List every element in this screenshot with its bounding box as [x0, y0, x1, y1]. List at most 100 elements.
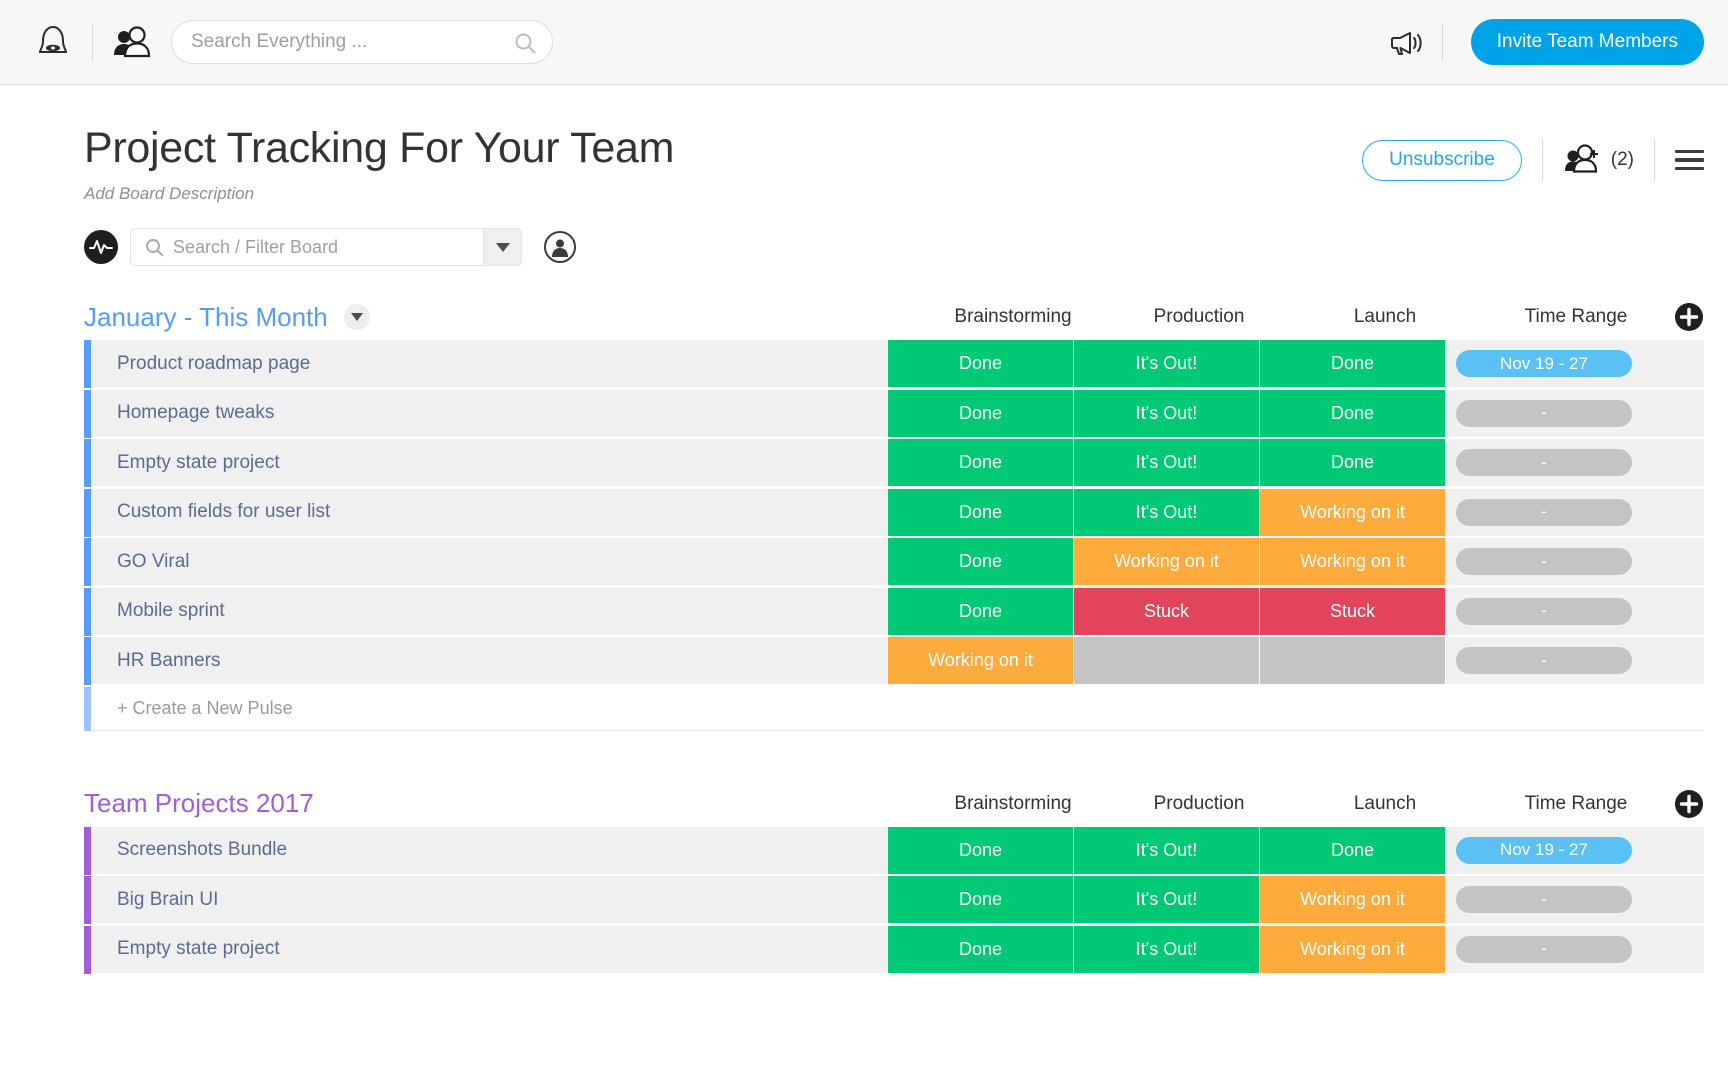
- column-header-launch[interactable]: Launch: [1292, 306, 1478, 328]
- chevron-down-icon[interactable]: [344, 304, 370, 330]
- time-range-pill: -: [1456, 499, 1632, 526]
- status-cell-brainstorming[interactable]: Done: [888, 926, 1074, 974]
- group-rows: Product roadmap page Done It's Out! Done…: [84, 340, 1704, 685]
- top-bar-right-cluster: Invite Team Members: [1388, 19, 1704, 65]
- board-description[interactable]: Add Board Description: [84, 184, 674, 204]
- time-range-cell[interactable]: -: [1446, 588, 1642, 636]
- board-subscribers-button[interactable]: (2): [1563, 143, 1634, 178]
- table-row[interactable]: Screenshots Bundle Done It's Out! Done N…: [84, 827, 1704, 875]
- board-search-input[interactable]: [131, 236, 461, 259]
- plus-circle-icon[interactable]: [1674, 789, 1704, 819]
- time-range-cell[interactable]: -: [1446, 637, 1642, 685]
- status-cell-production[interactable]: It's Out!: [1074, 390, 1260, 438]
- status-cell-production[interactable]: It's Out!: [1074, 827, 1260, 875]
- row-title[interactable]: GO Viral: [91, 538, 888, 586]
- status-cell-production[interactable]: It's Out!: [1074, 340, 1260, 388]
- column-header-time-range[interactable]: Time Range: [1478, 793, 1674, 815]
- pulse-logo-icon[interactable]: [84, 230, 118, 264]
- row-color-bar: [84, 588, 91, 636]
- status-cell-launch[interactable]: Done: [1260, 390, 1446, 438]
- column-header-launch[interactable]: Launch: [1292, 793, 1478, 815]
- chevron-down-icon[interactable]: [483, 229, 521, 265]
- status-cell-brainstorming[interactable]: Done: [888, 489, 1074, 537]
- column-header-production[interactable]: Production: [1106, 793, 1292, 815]
- table-row[interactable]: Mobile sprint Done Stuck Stuck -: [84, 588, 1704, 636]
- user-avatar-icon[interactable]: [544, 231, 576, 263]
- time-range-cell[interactable]: -: [1446, 439, 1642, 487]
- status-cell-launch[interactable]: Working on it: [1260, 926, 1446, 974]
- time-range-cell[interactable]: -: [1446, 926, 1642, 974]
- status-cell-production[interactable]: It's Out!: [1074, 926, 1260, 974]
- row-color-bar: [84, 439, 91, 487]
- table-row[interactable]: Custom fields for user list Done It's Ou…: [84, 489, 1704, 537]
- group-rows: Screenshots Bundle Done It's Out! Done N…: [84, 827, 1704, 974]
- status-cell-launch[interactable]: Working on it: [1260, 876, 1446, 924]
- column-header-brainstorming[interactable]: Brainstorming: [920, 306, 1106, 328]
- table-row[interactable]: HR Banners Working on it -: [84, 637, 1704, 685]
- row-title[interactable]: Empty state project: [91, 439, 888, 487]
- global-search-box[interactable]: [171, 20, 553, 64]
- row-title[interactable]: Product roadmap page: [91, 340, 888, 388]
- time-range-cell[interactable]: -: [1446, 390, 1642, 438]
- status-cell-production[interactable]: Working on it: [1074, 538, 1260, 586]
- status-cell-production[interactable]: It's Out!: [1074, 439, 1260, 487]
- status-cell-brainstorming[interactable]: Done: [888, 340, 1074, 388]
- table-row[interactable]: Big Brain UI Done It's Out! Working on i…: [84, 876, 1704, 924]
- status-cell-brainstorming[interactable]: Done: [888, 876, 1074, 924]
- status-cell-brainstorming[interactable]: Done: [888, 390, 1074, 438]
- row-title[interactable]: HR Banners: [91, 637, 888, 685]
- row-title[interactable]: Screenshots Bundle: [91, 827, 888, 875]
- status-cell-launch[interactable]: Done: [1260, 827, 1446, 875]
- time-range-cell[interactable]: Nov 19 - 27: [1446, 827, 1642, 875]
- row-title[interactable]: Big Brain UI: [91, 876, 888, 924]
- status-cell-production[interactable]: It's Out!: [1074, 876, 1260, 924]
- table-row[interactable]: Empty state project Done It's Out! Done …: [84, 439, 1704, 487]
- row-title[interactable]: Empty state project: [91, 926, 888, 974]
- table-row[interactable]: GO Viral Done Working on it Working on i…: [84, 538, 1704, 586]
- table-row[interactable]: Homepage tweaks Done It's Out! Done -: [84, 390, 1704, 438]
- column-header-production[interactable]: Production: [1106, 306, 1292, 328]
- board-header-actions: Unsubscribe (2): [1362, 125, 1704, 181]
- create-pulse-row[interactable]: + Create a New Pulse: [84, 687, 1704, 731]
- time-range-pill: -: [1456, 548, 1632, 575]
- group-title[interactable]: January - This Month: [84, 302, 328, 333]
- status-cell-production[interactable]: [1074, 637, 1260, 685]
- status-cell-brainstorming[interactable]: Done: [888, 827, 1074, 875]
- time-range-cell[interactable]: -: [1446, 876, 1642, 924]
- status-cell-brainstorming[interactable]: Done: [888, 588, 1074, 636]
- invite-team-members-button[interactable]: Invite Team Members: [1471, 19, 1704, 65]
- row-tail-cell: [1642, 340, 1704, 388]
- column-header-brainstorming[interactable]: Brainstorming: [920, 793, 1106, 815]
- status-cell-brainstorming[interactable]: Done: [888, 439, 1074, 487]
- status-cell-launch[interactable]: Working on it: [1260, 489, 1446, 537]
- time-range-cell[interactable]: -: [1446, 489, 1642, 537]
- group-title[interactable]: Team Projects 2017: [84, 788, 314, 819]
- megaphone-icon[interactable]: [1388, 27, 1424, 57]
- search-input[interactable]: [172, 31, 552, 53]
- table-row[interactable]: Empty state project Done It's Out! Worki…: [84, 926, 1704, 974]
- create-new-pulse-label[interactable]: + Create a New Pulse: [91, 687, 1704, 731]
- row-title[interactable]: Homepage tweaks: [91, 390, 888, 438]
- column-header-time-range[interactable]: Time Range: [1478, 306, 1674, 328]
- plus-circle-icon[interactable]: [1674, 302, 1704, 332]
- table-row[interactable]: Product roadmap page Done It's Out! Done…: [84, 340, 1704, 388]
- search-icon: [145, 238, 164, 262]
- status-cell-launch[interactable]: Done: [1260, 439, 1446, 487]
- row-title[interactable]: Mobile sprint: [91, 588, 888, 636]
- unsubscribe-button[interactable]: Unsubscribe: [1362, 140, 1522, 181]
- status-cell-launch[interactable]: Done: [1260, 340, 1446, 388]
- status-cell-launch[interactable]: Working on it: [1260, 538, 1446, 586]
- row-title[interactable]: Custom fields for user list: [91, 489, 888, 537]
- board-search-box[interactable]: [130, 228, 522, 266]
- status-cell-launch[interactable]: Stuck: [1260, 588, 1446, 636]
- status-cell-brainstorming[interactable]: Working on it: [888, 637, 1074, 685]
- hamburger-menu-icon[interactable]: [1675, 150, 1704, 171]
- people-icon[interactable]: [105, 25, 161, 59]
- time-range-cell[interactable]: -: [1446, 538, 1642, 586]
- status-cell-brainstorming[interactable]: Done: [888, 538, 1074, 586]
- status-cell-launch[interactable]: [1260, 637, 1446, 685]
- notification-bell-icon[interactable]: [26, 25, 80, 59]
- status-cell-production[interactable]: Stuck: [1074, 588, 1260, 636]
- status-cell-production[interactable]: It's Out!: [1074, 489, 1260, 537]
- time-range-cell[interactable]: Nov 19 - 27: [1446, 340, 1642, 388]
